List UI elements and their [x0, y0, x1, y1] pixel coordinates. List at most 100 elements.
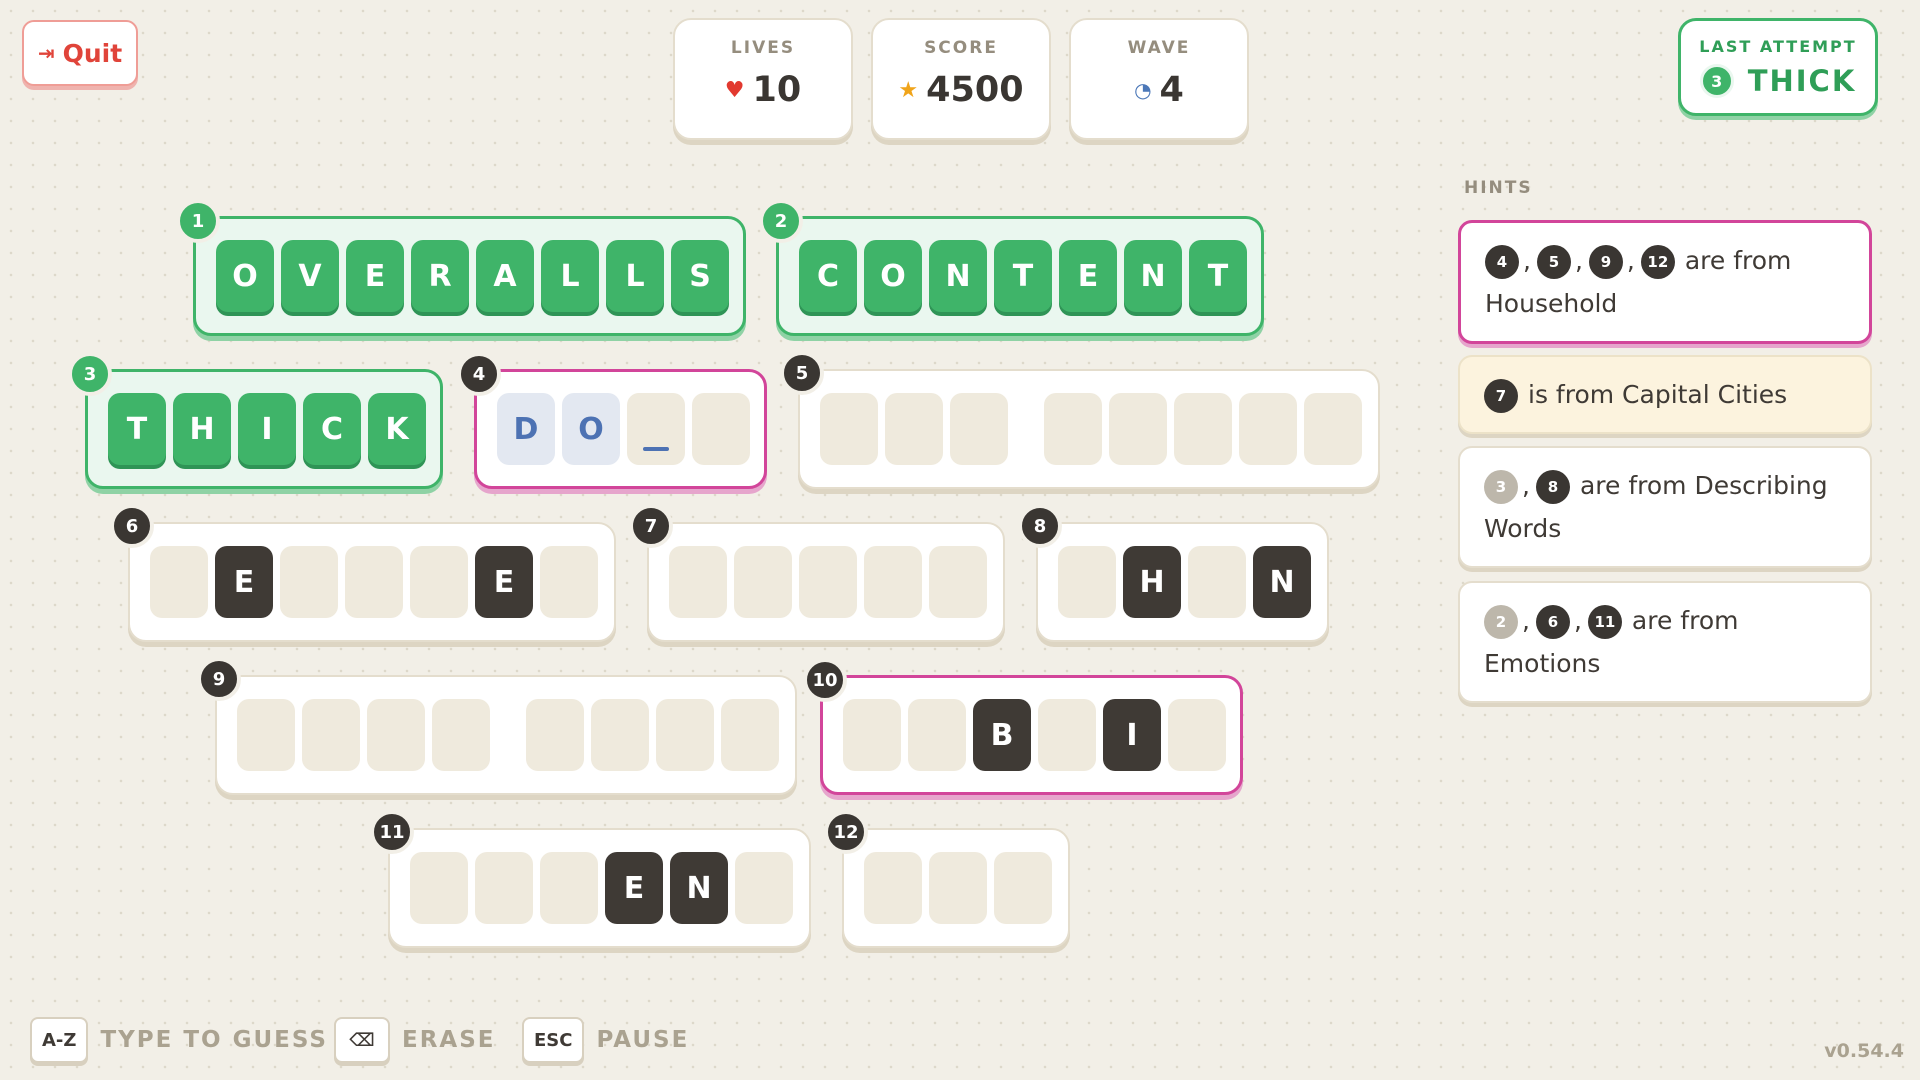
letter-tile: O	[562, 393, 620, 465]
letter-tile	[734, 546, 792, 618]
word-number-badge: 4	[457, 352, 501, 396]
letter-tile	[345, 546, 403, 618]
last-attempt-word: THICK	[1747, 64, 1857, 98]
hint-word-number: 5	[1536, 245, 1571, 279]
quit-label: Quit	[62, 38, 123, 68]
heart-icon: ♥	[724, 77, 745, 103]
letter-tile: L	[541, 240, 599, 312]
exit-icon: ⇥	[37, 41, 55, 65]
letter-tile	[1304, 393, 1362, 465]
letter-tile: A	[476, 240, 534, 312]
letter-tile: I	[238, 393, 296, 465]
letter-tile: K	[368, 393, 426, 465]
hint-card: 7 is from Capital Cities	[1458, 355, 1872, 434]
pause-hint-label: PAUSE	[596, 1027, 690, 1053]
letter-tile	[432, 699, 490, 771]
erase-hint-label: ERASE	[402, 1027, 496, 1053]
letter-tile	[1038, 699, 1096, 771]
wave-label: WAVE	[1127, 38, 1191, 58]
letter-tile	[656, 699, 714, 771]
letter-tile	[1174, 393, 1232, 465]
score-label: SCORE	[924, 38, 998, 58]
letter-tile: B	[973, 699, 1031, 771]
letter-tile	[526, 699, 584, 771]
last-attempt-number: 3	[1699, 64, 1734, 98]
letter-tile: O	[216, 240, 274, 312]
word-card-3[interactable]: 3THICK	[68, 352, 443, 489]
score-panel: SCORE ★ 4500	[871, 18, 1051, 140]
key-az: A-Z	[30, 1017, 89, 1063]
letter-tile: I	[1103, 699, 1161, 771]
letter-tile: N	[1253, 546, 1311, 618]
quit-button[interactable]: ⇥ Quit	[22, 20, 138, 86]
score-value: 4500	[926, 70, 1024, 110]
letter-tile	[799, 546, 857, 618]
letter-tile: T	[994, 240, 1052, 312]
gauge-icon: ◔	[1134, 78, 1152, 102]
word-card-9[interactable]: 9	[197, 657, 797, 795]
letter-tile	[721, 699, 779, 771]
word-card-10[interactable]: 10 B I	[803, 658, 1243, 795]
letter-tile	[735, 852, 793, 924]
letter-tile	[540, 546, 598, 618]
key-esc: ESC	[522, 1017, 585, 1063]
letter-tile: S	[671, 240, 729, 312]
letter-tile	[994, 852, 1052, 924]
hint-comma: ,	[1573, 606, 1582, 635]
hint-comma: ,	[1574, 246, 1583, 275]
backspace-icon: ⌫	[334, 1017, 390, 1063]
type-hint: A-Z TYPE TO GUESS	[30, 1017, 328, 1063]
hint-word-number: 4	[1485, 245, 1519, 279]
letter-tile	[627, 393, 685, 465]
letter-tile: N	[670, 852, 728, 924]
word-card-2[interactable]: 2CONTENT	[759, 199, 1264, 336]
word-card-1[interactable]: 1OVERALLS	[176, 199, 746, 336]
letter-tile	[1239, 393, 1297, 465]
word-card-5[interactable]: 5	[780, 351, 1380, 489]
hint-comma: ,	[1522, 606, 1530, 635]
word-card-4[interactable]: 4DO	[457, 352, 767, 489]
hint-text: is from Capital Cities	[1528, 380, 1788, 409]
hint-card: 2, 6, 11 are from Emotions	[1458, 581, 1872, 703]
letter-tile: H	[173, 393, 231, 465]
hint-comma: ,	[1523, 246, 1531, 275]
letter-tile: C	[303, 393, 361, 465]
letter-tile	[950, 393, 1008, 465]
word-card-7[interactable]: 7	[629, 504, 1005, 642]
hint-word-number: 11	[1587, 605, 1622, 639]
word-card-6[interactable]: 6 E E	[110, 504, 616, 642]
letter-tile: V	[281, 240, 339, 312]
letter-tile	[1168, 699, 1226, 771]
hints-title: HINTS	[1464, 178, 1533, 198]
word-number-badge: 6	[110, 504, 154, 548]
word-number-badge: 10	[803, 658, 847, 702]
wave-panel: WAVE ◔ 4	[1069, 18, 1249, 140]
word-card-11[interactable]: 11 E N	[370, 810, 811, 948]
word-number-badge: 12	[824, 810, 868, 854]
word-card-12[interactable]: 12	[824, 810, 1070, 948]
hint-word-number: 6	[1535, 605, 1570, 639]
letter-tile	[1188, 546, 1246, 618]
lives-label: LIVES	[730, 38, 796, 58]
letter-tile: L	[606, 240, 664, 312]
letter-tile	[1109, 393, 1167, 465]
lives-value: 10	[752, 70, 802, 110]
letter-tile	[540, 852, 598, 924]
word-number-badge: 5	[780, 351, 824, 395]
letter-tile	[410, 546, 468, 618]
letter-tile	[410, 852, 468, 924]
pause-hint: ESC PAUSE	[522, 1017, 689, 1063]
letter-tile: E	[1059, 240, 1117, 312]
word-card-8[interactable]: 8 HN	[1018, 504, 1329, 642]
word-number-badge: 3	[68, 352, 112, 396]
letter-tile: R	[411, 240, 469, 312]
hint-comma: ,	[1522, 471, 1530, 500]
letter-tile	[929, 852, 987, 924]
wave-value: 4	[1159, 70, 1184, 110]
letter-tile: N	[929, 240, 987, 312]
hint-card: 3, 8 are from Describing Words	[1458, 446, 1872, 568]
letter-tile	[591, 699, 649, 771]
star-icon: ★	[898, 77, 919, 103]
letter-tile	[150, 546, 208, 618]
word-number-badge: 7	[629, 504, 673, 548]
